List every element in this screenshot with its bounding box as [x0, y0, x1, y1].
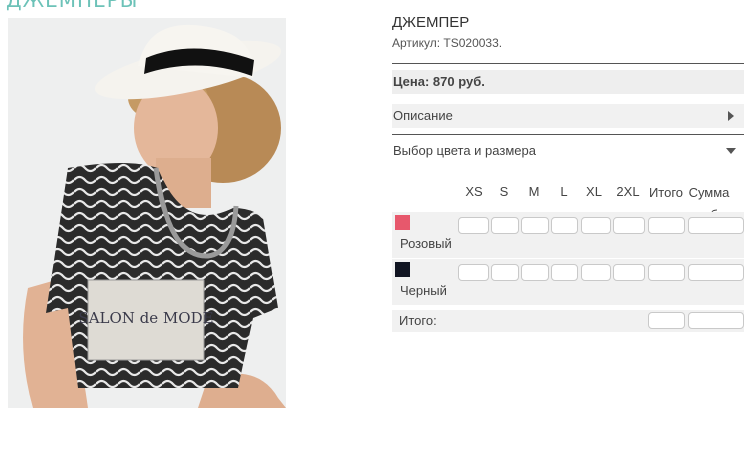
price-bar: Цена: 870 руб.: [392, 70, 744, 94]
shirt-print-text: SALON de MODE: [78, 309, 213, 327]
color-swatch-black[interactable]: [395, 262, 410, 277]
grand-total-qty: [648, 312, 685, 329]
qty-input-black-m[interactable]: [521, 264, 549, 281]
sum-total-black: [688, 264, 744, 281]
total-qty-header-line1: Итого: [648, 185, 684, 200]
product-image: SALON de MODE: [8, 18, 286, 408]
triangle-right-icon: [728, 111, 734, 121]
color-name-black: Черный: [400, 283, 447, 298]
qty-input-black-s[interactable]: [491, 264, 519, 281]
color-swatch-pink[interactable]: [395, 215, 410, 230]
total-label: Итого:: [399, 313, 437, 328]
product-info: ДЖЕМПЕР Артикул: TS020033. Цена: 870 руб…: [392, 12, 744, 332]
qty-total-pink: [648, 217, 685, 234]
divider: [392, 63, 744, 64]
product-name: ДЖЕМПЕР: [392, 14, 470, 31]
grand-total-sum: [688, 312, 744, 329]
qty-input-pink-s[interactable]: [491, 217, 519, 234]
qty-input-pink-xl[interactable]: [581, 217, 611, 234]
size-label-m: M: [528, 184, 540, 199]
qty-input-pink-xs[interactable]: [458, 217, 489, 234]
size-label-s: S: [499, 184, 509, 199]
category-title: ДЖЕМПЕРЫ: [6, 0, 139, 12]
size-picker-toggle[interactable]: Выбор цвета и размера: [392, 139, 744, 163]
qty-input-pink-m[interactable]: [521, 217, 549, 234]
size-label-2xl: 2XL: [616, 184, 640, 199]
size-label-l: L: [560, 184, 568, 199]
description-label: Описание: [393, 108, 453, 123]
product-sku: Артикул: TS020033.: [392, 36, 503, 50]
qty-input-black-l[interactable]: [551, 264, 578, 281]
size-picker-label: Выбор цвета и размера: [393, 143, 536, 158]
description-toggle[interactable]: Описание: [392, 104, 744, 128]
qty-input-black-xl[interactable]: [581, 264, 611, 281]
sum-total-pink: [688, 217, 744, 234]
qty-total-black: [648, 264, 685, 281]
total-row: Итого:: [392, 310, 744, 332]
color-row-black: Черный: [392, 259, 744, 305]
triangle-down-icon: [726, 148, 736, 154]
qty-input-black-2xl[interactable]: [613, 264, 645, 281]
color-name-pink: Розовый: [400, 236, 452, 251]
qty-input-pink-2xl[interactable]: [613, 217, 645, 234]
qty-input-pink-l[interactable]: [551, 217, 578, 234]
size-label-xl: XL: [586, 184, 602, 199]
sum-header-line1: Сумма: [688, 185, 730, 200]
divider: [392, 134, 744, 135]
size-label-xs: XS: [465, 184, 483, 199]
product-photo[interactable]: SALON de MODE: [8, 18, 286, 408]
color-row-pink: Розовый: [392, 212, 744, 258]
qty-input-black-xs[interactable]: [458, 264, 489, 281]
